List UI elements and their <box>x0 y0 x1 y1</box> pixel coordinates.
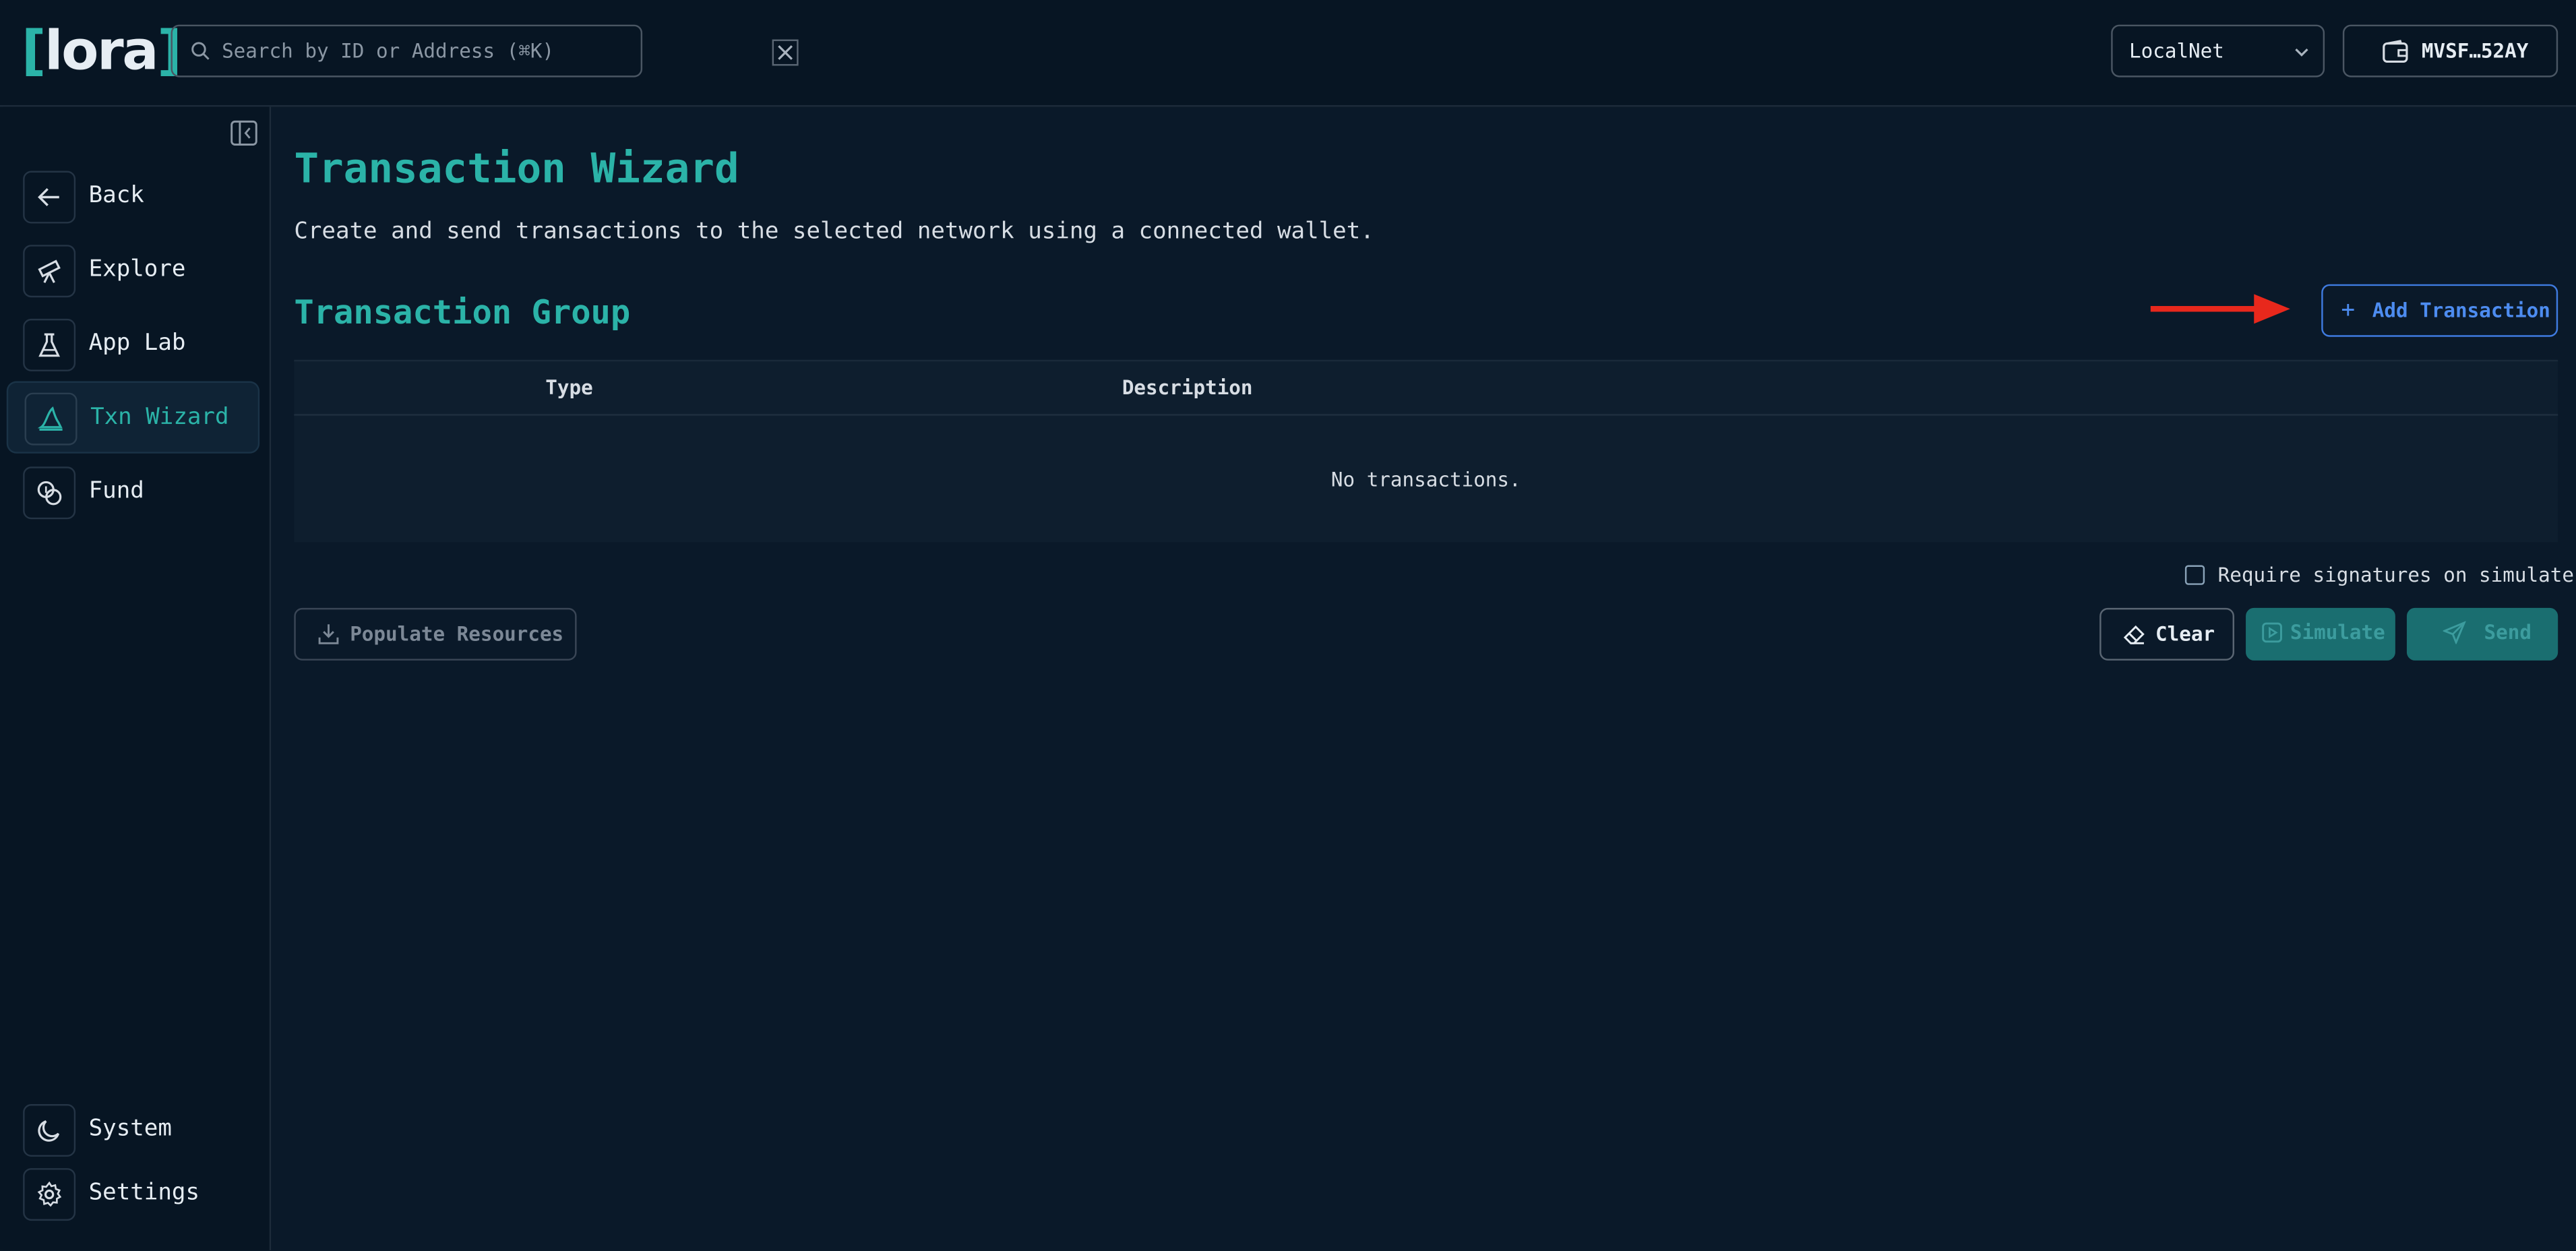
sidebar-item-back[interactable]: Back <box>7 161 259 233</box>
require-signatures-checkbox[interactable] <box>2184 565 2205 585</box>
simulate-button[interactable]: Simulate <box>2246 607 2395 661</box>
clear-label: Clear <box>2155 622 2215 646</box>
sidebar-item-explore[interactable]: Explore <box>7 235 259 307</box>
populate-resources-label: Populate Resources <box>350 622 564 646</box>
sidebar-item-fund[interactable]: Fund <box>7 457 259 529</box>
moon-icon <box>38 1120 60 1142</box>
sidebar-icon-box <box>23 171 76 224</box>
search-icon <box>191 42 210 60</box>
network-select-value: LocalNet <box>2129 39 2224 63</box>
play-square-icon <box>2262 622 2282 643</box>
column-header-type: Type <box>545 376 593 400</box>
wizard-hat-icon <box>38 406 63 431</box>
annotation-arrow-icon <box>2150 294 2290 324</box>
sidebar-icon-box <box>23 245 76 298</box>
empty-state: No transactions. <box>1330 468 1521 491</box>
download-tray-icon <box>318 624 339 644</box>
sidebar-item-label: App Lab <box>88 330 186 357</box>
coins-icon <box>37 481 62 506</box>
sidebar-item-app-lab[interactable]: App Lab <box>7 309 259 381</box>
clear-button[interactable]: Clear <box>2099 607 2234 661</box>
sidebar-item-label: Back <box>88 182 144 209</box>
section-title: Transaction Group <box>294 292 631 332</box>
search-input[interactable] <box>222 26 592 76</box>
sidebar-item-txn-wizard[interactable]: Txn Wizard <box>6 381 260 454</box>
wallet-icon <box>2383 40 2408 63</box>
sidebar-collapse-icon[interactable] <box>230 120 257 146</box>
sidebar: Back Explore App Lab Txn Wizard Fund Sys… <box>0 106 272 1250</box>
page-description: Create and send transactions to the sele… <box>294 218 1374 245</box>
telescope-icon <box>38 260 61 283</box>
flask-icon <box>38 333 61 357</box>
sidebar-icon-box <box>23 318 76 371</box>
sidebar-item-label: System <box>88 1116 172 1142</box>
sidebar-item-label: Fund <box>88 478 144 505</box>
table-header: Type Description <box>294 361 2558 416</box>
add-transaction-button[interactable]: + Add Transaction <box>2321 284 2558 337</box>
column-header-description: Description <box>1122 376 1253 400</box>
require-signatures-label[interactable]: Require signatures on simulate <box>2218 563 2574 586</box>
wallet-button[interactable]: MVSF…52AY <box>2342 24 2558 78</box>
plus-icon: + <box>2341 297 2356 324</box>
eraser-icon <box>2123 625 2145 644</box>
simulate-label: Simulate <box>2290 621 2385 644</box>
sidebar-icon-box <box>23 466 76 520</box>
gear-icon <box>37 1181 62 1207</box>
sidebar-icon-box <box>24 392 78 446</box>
add-transaction-label: Add Transaction <box>2372 299 2550 322</box>
sidebar-icon-box <box>23 1168 76 1221</box>
populate-resources-button[interactable]: Populate Resources <box>294 607 577 661</box>
top-bar: [lora] LocalNet MVSF…52AY <box>0 0 2576 107</box>
wallet-address: MVSF…52AY <box>2421 39 2529 63</box>
sidebar-item-label: Txn Wizard <box>90 404 229 431</box>
arrow-left-icon <box>38 188 59 206</box>
close-icon[interactable] <box>772 39 799 66</box>
sidebar-item-settings[interactable]: Settings <box>7 1158 259 1230</box>
sidebar-icon-box <box>23 1104 76 1157</box>
chevron-down-icon <box>2295 49 2308 57</box>
transactions-table: Type Description No transactions. <box>294 359 2558 543</box>
sidebar-item-label: Settings <box>88 1180 200 1207</box>
sidebar-item-label: Explore <box>88 256 186 283</box>
send-button[interactable]: Send <box>2406 607 2558 661</box>
network-select[interactable]: LocalNet <box>2111 24 2325 78</box>
logo[interactable]: [lora] <box>22 19 182 82</box>
send-label: Send <box>2484 621 2532 644</box>
send-icon <box>2443 621 2466 644</box>
search-box[interactable] <box>171 24 799 78</box>
page-title: Transaction Wizard <box>294 144 739 193</box>
sidebar-item-theme-system[interactable]: System <box>7 1094 259 1166</box>
